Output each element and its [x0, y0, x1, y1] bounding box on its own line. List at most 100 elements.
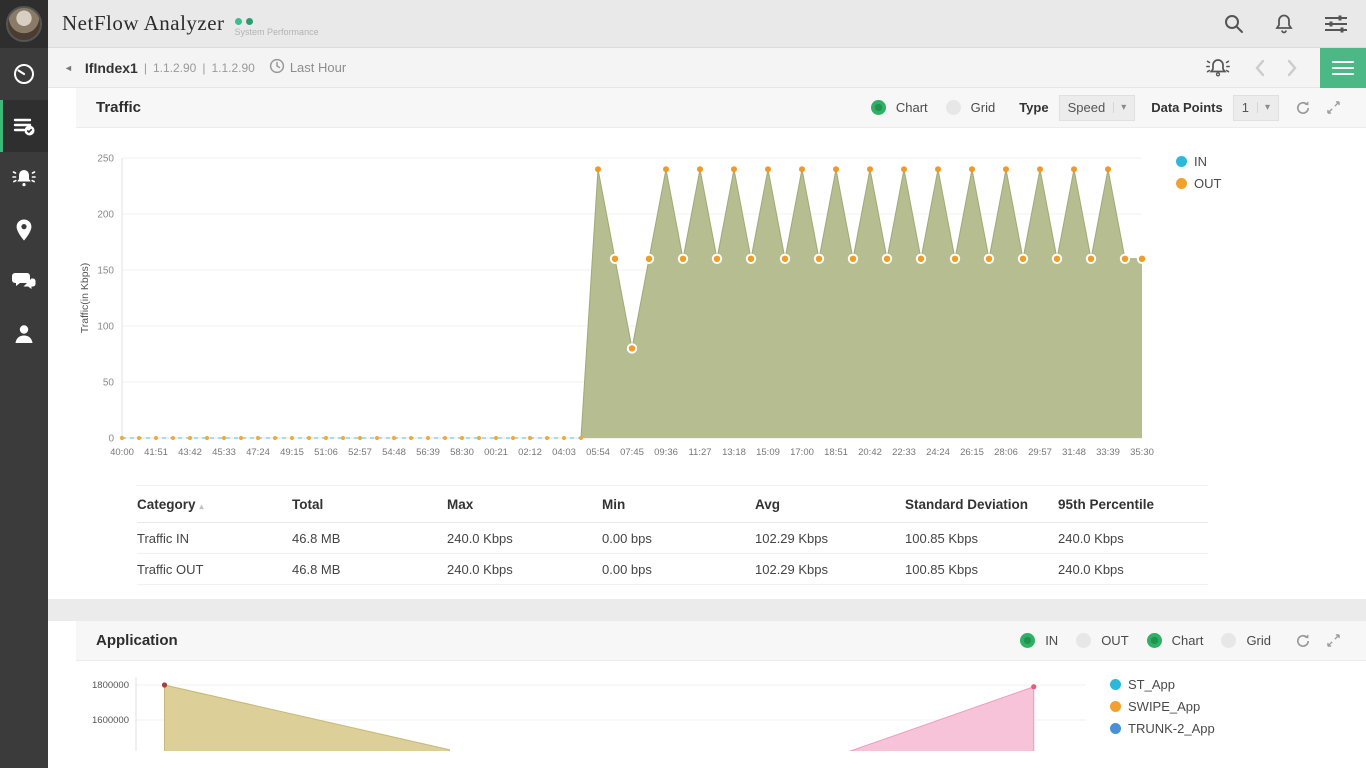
svg-text:35:30: 35:30 — [1130, 447, 1154, 458]
datapoints-label: Data Points — [1151, 100, 1223, 115]
sidebar-item-users[interactable] — [0, 308, 48, 360]
column-header-avg: Avg — [755, 496, 781, 512]
app-logo: NetFlow Analyzer — [62, 11, 225, 35]
sliders-icon[interactable] — [1324, 14, 1348, 34]
application-chart: 1800000 1600000 — [76, 671, 1096, 760]
app-root: NetFlow Analyzer System Performance ◄ If… — [0, 0, 1366, 768]
application-chart-label[interactable]: Chart — [1172, 633, 1204, 648]
application-in-label[interactable]: IN — [1045, 633, 1058, 648]
legend-item-trunk-2_app: TRUNK-2_App — [1110, 721, 1215, 736]
panel-separator — [48, 599, 1366, 621]
svg-text:54:48: 54:48 — [382, 447, 406, 458]
svg-text:31:48: 31:48 — [1062, 447, 1086, 458]
sort-icon: ▴ — [199, 501, 204, 511]
traffic-chart-toggle[interactable] — [870, 100, 886, 115]
search-icon[interactable] — [1223, 13, 1244, 34]
column-header-category[interactable]: Category ▴ — [137, 497, 292, 512]
sidebar-item-chat[interactable] — [0, 256, 48, 308]
sidebar-item-dashboard[interactable] — [0, 48, 48, 100]
traffic-grid-toggle[interactable] — [945, 100, 961, 115]
svg-text:43:42: 43:42 — [178, 447, 202, 458]
application-grid-label[interactable]: Grid — [1246, 633, 1271, 648]
svg-text:0: 0 — [108, 434, 114, 445]
user-avatar[interactable] — [6, 6, 42, 42]
svg-text:15:09: 15:09 — [756, 447, 780, 458]
svg-text:56:39: 56:39 — [416, 447, 440, 458]
traffic-panel-header: Traffic Chart Grid Type Speed ▾ Data Poi… — [76, 88, 1366, 128]
sidebar — [0, 0, 48, 768]
svg-text:05:54: 05:54 — [586, 447, 610, 458]
topbar: NetFlow Analyzer System Performance — [48, 0, 1366, 48]
svg-text:20:42: 20:42 — [858, 447, 882, 458]
column-header-min: Min — [602, 496, 626, 512]
svg-text:Traffic(in Kbps): Traffic(in Kbps) — [79, 263, 91, 334]
type-label: Type — [1019, 100, 1049, 115]
svg-text:51:06: 51:06 — [314, 447, 338, 458]
expand-icon[interactable] — [1327, 634, 1340, 647]
application-out-label[interactable]: OUT — [1101, 633, 1128, 648]
svg-text:41:51: 41:51 — [144, 447, 168, 458]
traffic-panel-title: Traffic — [96, 99, 142, 116]
type-dropdown[interactable]: Speed ▾ — [1058, 94, 1136, 121]
application-legend: ST_App SWIPE_App TRUNK-2_App — [1110, 677, 1215, 756]
svg-text:200: 200 — [97, 210, 114, 221]
traffic-legend: IN OUT — [1176, 154, 1221, 479]
application-chart-toggle[interactable] — [1146, 633, 1162, 648]
chevron-down-icon: ▾ — [1113, 102, 1126, 113]
app-caption: System Performance — [234, 27, 319, 37]
traffic-stats-table: Category ▴ Total Max Min Avg Standard Dev… — [137, 485, 1208, 585]
alarm-bell-icon[interactable] — [1204, 56, 1232, 80]
svg-text:250: 250 — [97, 154, 114, 165]
profile-menu[interactable] — [0, 0, 48, 48]
clock-icon — [269, 58, 285, 77]
svg-text:1600000: 1600000 — [92, 715, 129, 726]
chevron-right-icon[interactable] — [1287, 59, 1298, 77]
svg-text:33:39: 33:39 — [1096, 447, 1120, 458]
sidebar-item-alarms[interactable] — [0, 152, 48, 204]
bell-ring-icon — [11, 166, 37, 190]
gauge-icon — [12, 62, 36, 86]
list-check-icon — [12, 114, 36, 138]
refresh-icon[interactable] — [1295, 633, 1311, 649]
column-header-max: Max — [447, 496, 474, 512]
sidebar-item-map[interactable] — [0, 204, 48, 256]
legend-item-in: IN — [1176, 154, 1221, 169]
application-grid-toggle[interactable] — [1221, 633, 1237, 648]
svg-text:04:03: 04:03 — [552, 447, 576, 458]
svg-text:45:33: 45:33 — [212, 447, 236, 458]
table-row-traffic-in: Traffic IN 46.8 MB 240.0 Kbps 0.00 bps 1… — [137, 523, 1208, 554]
svg-text:00:21: 00:21 — [484, 447, 508, 458]
svg-text:02:12: 02:12 — [518, 447, 542, 458]
application-panel-title: Application — [96, 632, 178, 649]
chevron-left-icon[interactable] — [1254, 59, 1265, 77]
device-ip: 1.1.2.90 — [152, 60, 197, 75]
traffic-grid-label[interactable]: Grid — [971, 100, 996, 115]
svg-text:58:30: 58:30 — [450, 447, 474, 458]
datapoints-dropdown[interactable]: 1 ▾ — [1232, 94, 1279, 121]
time-range-selector[interactable]: Last Hour — [269, 58, 346, 77]
svg-text:40:00: 40:00 — [110, 447, 134, 458]
chevron-down-icon: ▾ — [1256, 102, 1270, 113]
back-icon[interactable]: ◄ — [64, 63, 73, 73]
expand-icon[interactable] — [1327, 101, 1340, 114]
svg-text:07:45: 07:45 — [620, 447, 644, 458]
sidebar-item-inventory[interactable] — [0, 100, 48, 152]
column-header-total: Total — [292, 496, 324, 512]
svg-text:29:57: 29:57 — [1028, 447, 1052, 458]
refresh-icon[interactable] — [1295, 100, 1311, 116]
svg-text:150: 150 — [97, 266, 114, 277]
legend-item-swipe_app: SWIPE_App — [1110, 699, 1215, 714]
svg-text:52:57: 52:57 — [348, 447, 372, 458]
chat-icon — [11, 271, 37, 293]
traffic-chart-label[interactable]: Chart — [896, 100, 928, 115]
bell-icon[interactable] — [1274, 13, 1294, 34]
svg-text:100: 100 — [97, 322, 114, 333]
svg-text:17:00: 17:00 — [790, 447, 814, 458]
application-in-toggle[interactable] — [1020, 633, 1036, 648]
svg-text:09:36: 09:36 — [654, 447, 678, 458]
device-header: ◄ IfIndex1 | 1.1.2.90 | 1.1.2.90 Last Ho… — [48, 47, 1366, 88]
menu-icon[interactable] — [1320, 47, 1366, 88]
application-out-toggle[interactable] — [1076, 633, 1092, 648]
svg-text:22:33: 22:33 — [892, 447, 916, 458]
svg-text:18:51: 18:51 — [824, 447, 848, 458]
